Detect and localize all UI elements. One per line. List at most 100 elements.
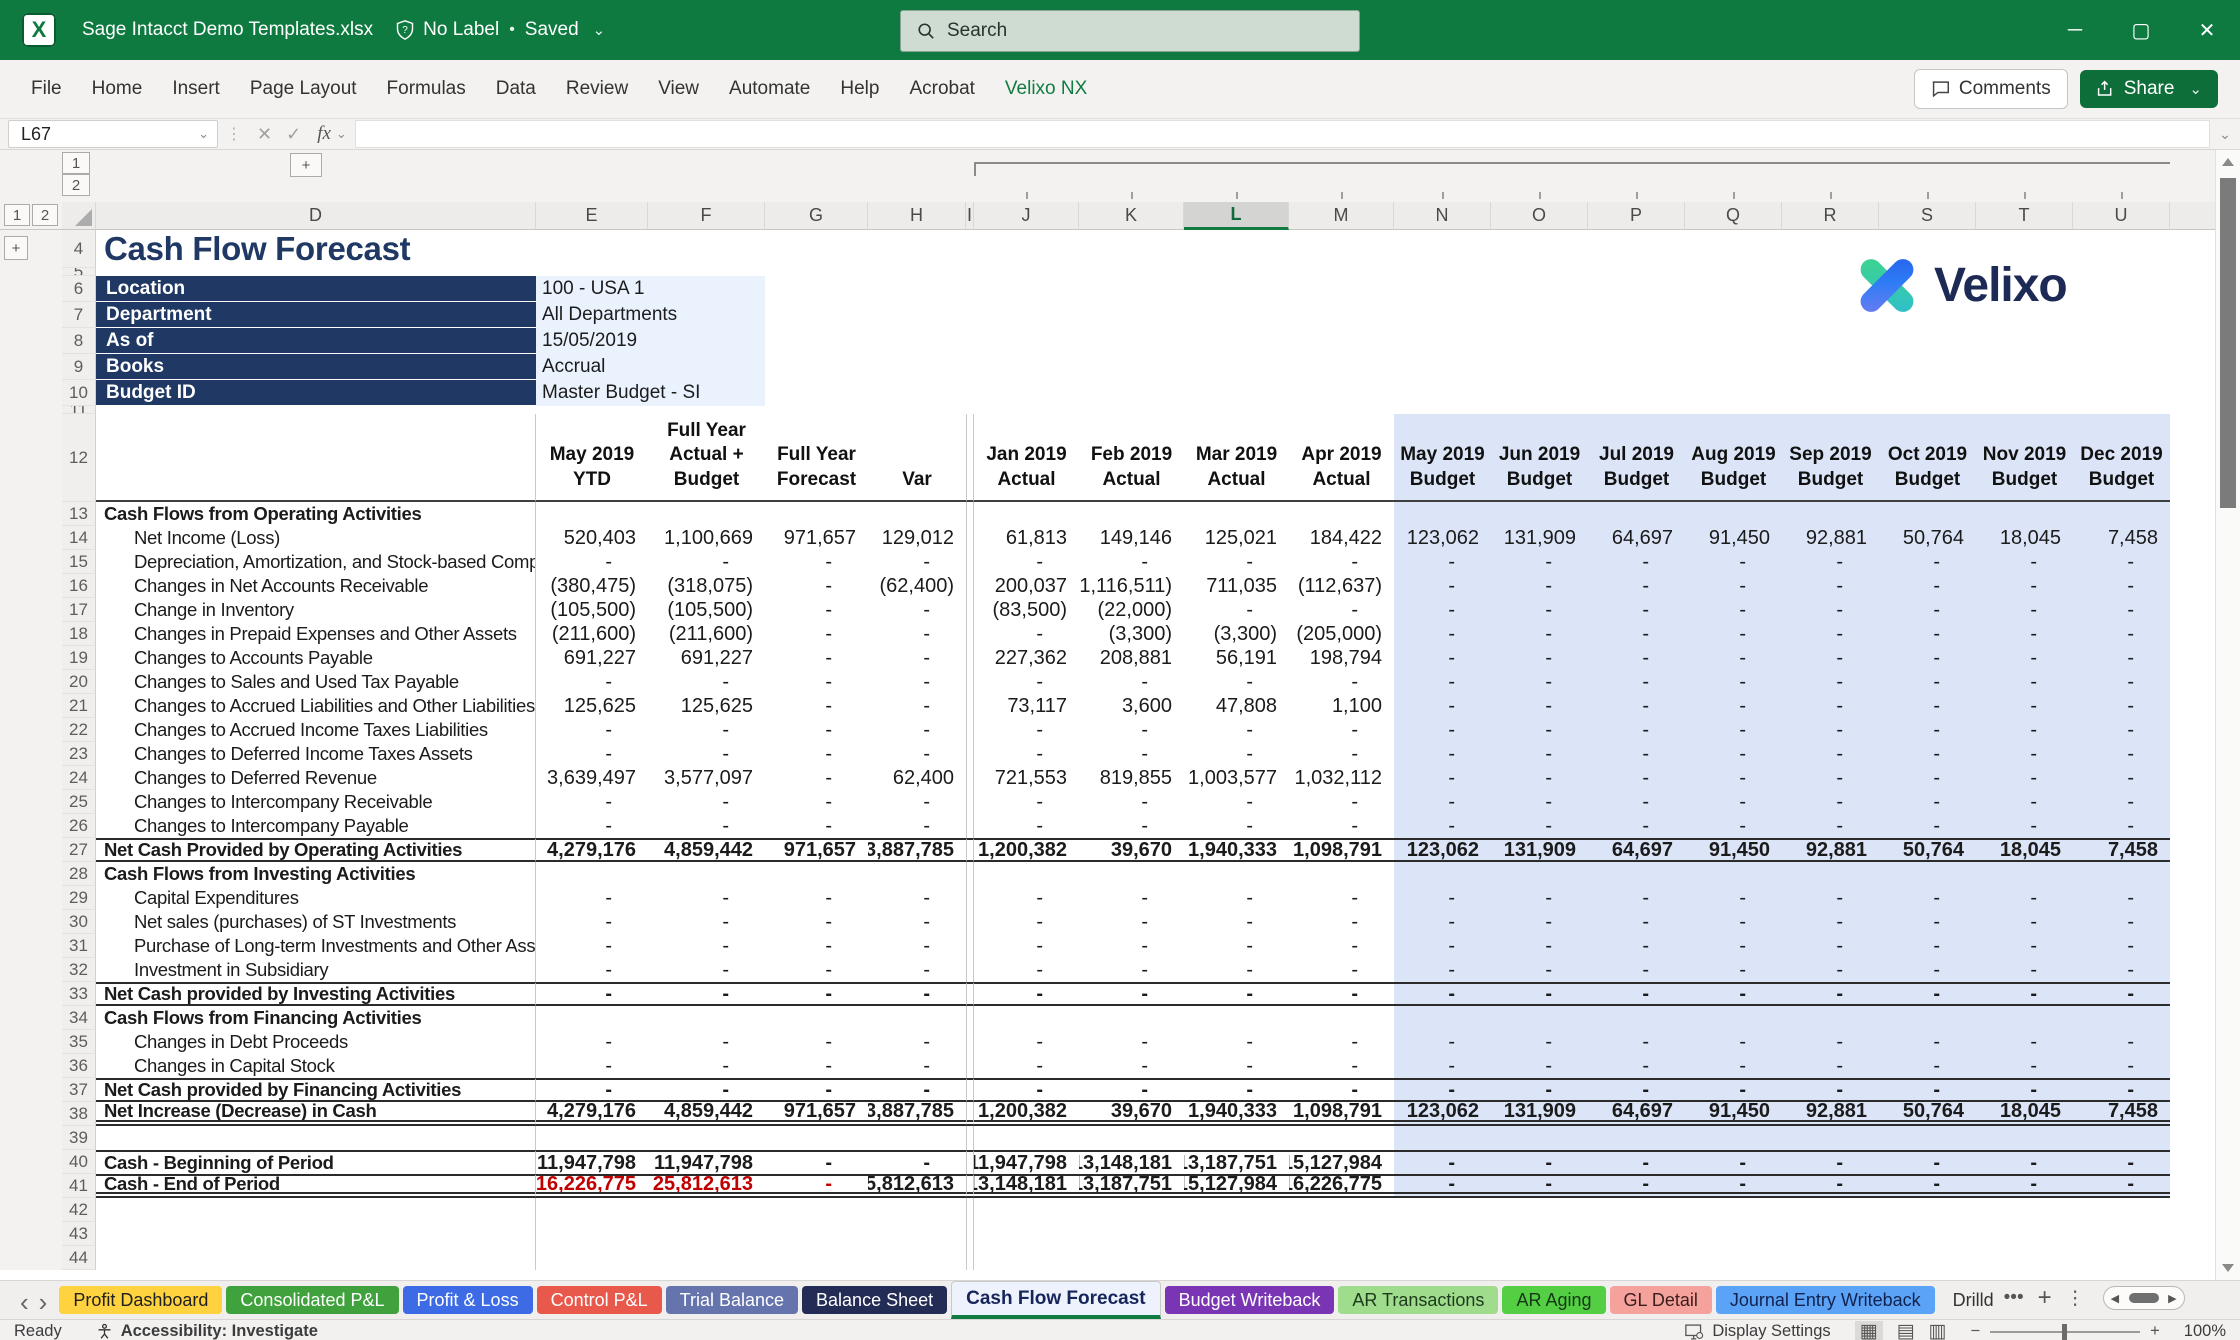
cell-T31[interactable]: - (1976, 934, 2073, 958)
row-label-31[interactable]: Purchase of Long-term Investments and Ot… (96, 934, 536, 958)
cell-R44[interactable] (1782, 1246, 1879, 1270)
ribbon-tab-velixo-nx[interactable]: Velixo NX (990, 60, 1102, 118)
expand-column-group-button[interactable]: + (290, 153, 322, 177)
cell-L37[interactable]: - (1184, 1078, 1289, 1102)
cell-O39[interactable] (1491, 1126, 1588, 1150)
display-settings-button[interactable]: Display Settings (1685, 1322, 1830, 1340)
cell-S30[interactable]: - (1879, 910, 1976, 934)
sheet-menu-button[interactable]: ⋮ (2066, 1287, 2085, 1310)
row-outline-level-1[interactable]: 1 (4, 204, 30, 226)
column-header-N[interactable]: N (1394, 202, 1491, 230)
table-header-H[interactable]: Var (868, 414, 966, 502)
cell-K13[interactable] (1079, 502, 1184, 526)
row-label-16[interactable]: Changes in Net Accounts Receivable (96, 574, 536, 598)
cell-M33[interactable]: - (1289, 982, 1394, 1006)
cell-S19[interactable]: - (1879, 646, 1976, 670)
cell-T16[interactable]: - (1976, 574, 2073, 598)
cell-G14[interactable]: 971,657 (765, 526, 868, 550)
cell-F37[interactable]: - (648, 1078, 765, 1102)
cell-P16[interactable]: - (1588, 574, 1685, 598)
cell-M14[interactable]: 184,422 (1289, 526, 1394, 550)
table-header-T[interactable]: Nov 2019Budget (1976, 414, 2073, 502)
row-header-6[interactable]: 6 (62, 276, 96, 302)
cell-H44[interactable] (868, 1246, 966, 1270)
cell-K28[interactable] (1079, 862, 1184, 886)
row-header-27[interactable]: 27 (62, 838, 96, 862)
cell-N21[interactable]: - (1394, 694, 1491, 718)
workbook-title[interactable]: Sage Intacct Demo Templates.xlsx (82, 19, 373, 41)
cell-F35[interactable]: - (648, 1030, 765, 1054)
cell-R41[interactable]: - (1782, 1174, 1879, 1198)
cell-N15[interactable]: - (1394, 550, 1491, 574)
info-value-10[interactable]: Master Budget - SI (536, 380, 765, 406)
cell-P15[interactable]: - (1588, 550, 1685, 574)
cell-N37[interactable]: - (1394, 1078, 1491, 1102)
cell-H15[interactable]: - (868, 550, 966, 574)
scroll-left-icon[interactable]: ◀ (2111, 1292, 2119, 1305)
cell-F29[interactable]: - (648, 886, 765, 910)
cell-O20[interactable]: - (1491, 670, 1588, 694)
cell-T37[interactable]: - (1976, 1078, 2073, 1102)
row-label-32[interactable]: Investment in Subsidiary (96, 958, 536, 982)
row-header-19[interactable]: 19 (62, 646, 96, 670)
cell-U33[interactable]: - (2073, 982, 2170, 1006)
cell-G41[interactable]: - (765, 1174, 868, 1198)
cell-N41[interactable]: - (1394, 1174, 1491, 1198)
column-header-U[interactable]: U (2073, 202, 2170, 230)
column-header-F[interactable]: F (648, 202, 765, 230)
row-header-38[interactable]: 38 (62, 1102, 96, 1126)
cell-R40[interactable]: - (1782, 1150, 1879, 1174)
cell-S15[interactable]: - (1879, 550, 1976, 574)
cell-Q23[interactable]: - (1685, 742, 1782, 766)
cell-K15[interactable]: - (1079, 550, 1184, 574)
row-header-25[interactable]: 25 (62, 790, 96, 814)
cell-P17[interactable]: - (1588, 598, 1685, 622)
sheet-tab-ar-aging[interactable]: AR Aging (1502, 1286, 1605, 1314)
column-header-T[interactable]: T (1976, 202, 2073, 230)
row-label-17[interactable]: Change in Inventory (96, 598, 536, 622)
empty-cell[interactable] (96, 406, 2216, 414)
cell-G43[interactable] (765, 1222, 868, 1246)
ribbon-tab-formulas[interactable]: Formulas (372, 60, 481, 118)
cell-K35[interactable]: - (1079, 1030, 1184, 1054)
insert-function-icon[interactable]: fx (317, 123, 331, 145)
cell-O30[interactable]: - (1491, 910, 1588, 934)
cell-H38[interactable]: 3,887,785 (868, 1102, 966, 1126)
cell-Q34[interactable] (1685, 1006, 1782, 1030)
cell-J27[interactable]: 1,200,382 (974, 838, 1079, 862)
cell-L22[interactable]: - (1184, 718, 1289, 742)
table-header-O[interactable]: Jun 2019Budget (1491, 414, 1588, 502)
row-header-29[interactable]: 29 (62, 886, 96, 910)
row-header-24[interactable]: 24 (62, 766, 96, 790)
cell-K17[interactable]: (22,000) (1079, 598, 1184, 622)
cell-K39[interactable] (1079, 1126, 1184, 1150)
cell-T17[interactable]: - (1976, 598, 2073, 622)
scroll-right-icon[interactable]: ▶ (2168, 1292, 2176, 1305)
cell-J17[interactable]: (83,500) (974, 598, 1079, 622)
row-header-17[interactable]: 17 (62, 598, 96, 622)
sheet-tab-consolidated-p-l[interactable]: Consolidated P&L (226, 1286, 398, 1314)
cell-S21[interactable]: - (1879, 694, 1976, 718)
row-label-35[interactable]: Changes in Debt Proceeds (96, 1030, 536, 1054)
cell-O31[interactable]: - (1491, 934, 1588, 958)
cell-G44[interactable] (765, 1246, 868, 1270)
drag-handle-icon[interactable]: ⋮ (226, 124, 242, 144)
cell-M36[interactable]: - (1289, 1054, 1394, 1078)
cell-J23[interactable]: - (974, 742, 1079, 766)
cell-N13[interactable] (1394, 502, 1491, 526)
cell-P44[interactable] (1588, 1246, 1685, 1270)
cell-T38[interactable]: 18,045 (1976, 1102, 2073, 1126)
ribbon-tab-review[interactable]: Review (551, 60, 643, 118)
cell-M21[interactable]: 1,100 (1289, 694, 1394, 718)
cell-T28[interactable] (1976, 862, 2073, 886)
info-label-9[interactable]: Books (96, 354, 536, 380)
cell-L32[interactable]: - (1184, 958, 1289, 982)
table-header-U[interactable]: Dec 2019Budget (2073, 414, 2170, 502)
cell-L15[interactable]: - (1184, 550, 1289, 574)
cell-S28[interactable] (1879, 862, 1976, 886)
cell-H32[interactable]: - (868, 958, 966, 982)
cell-J39[interactable] (974, 1126, 1079, 1150)
cell-H23[interactable]: - (868, 742, 966, 766)
cell-N20[interactable]: - (1394, 670, 1491, 694)
cell-N26[interactable]: - (1394, 814, 1491, 838)
